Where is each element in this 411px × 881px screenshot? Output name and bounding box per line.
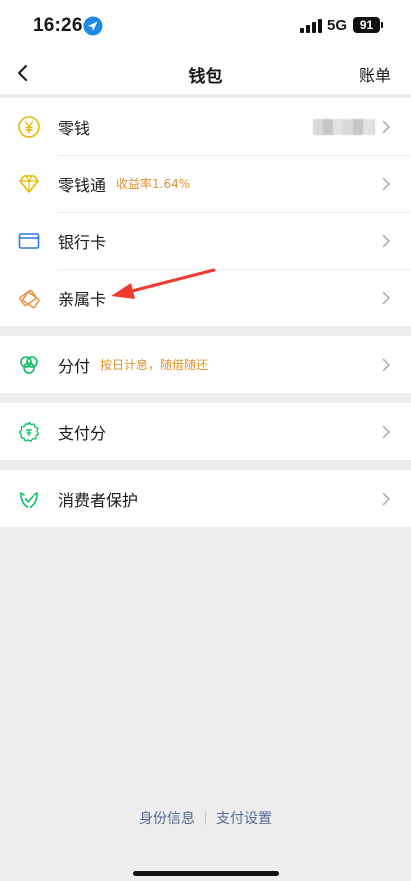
- chevron-right-icon: [382, 491, 391, 506]
- battery-level: 91: [359, 18, 374, 32]
- wallet-item-label: 支付分: [58, 423, 107, 443]
- wallet-item-label: 银行卡: [58, 232, 107, 252]
- wallet-item-label-wrap: 分付 按日计息，随借随还: [58, 353, 208, 377]
- home-indicator: [133, 871, 279, 876]
- consumer-protection-icon: [20, 491, 38, 508]
- chevron-right-icon: [382, 290, 391, 305]
- fenfu-tag: 按日计息，随借随还: [100, 358, 209, 372]
- wallet-group-main: 零钱 零钱通 收益率1.64% 银行卡 亲属卡: [0, 98, 411, 326]
- identity-info-link[interactable]: 身份信息: [139, 808, 195, 828]
- footer-divider: [205, 811, 206, 825]
- status-bar: 16:26 5G 91: [0, 0, 411, 52]
- network-label: 5G: [327, 17, 348, 34]
- nav-bar: 钱包 账单: [0, 52, 411, 94]
- yield-rate-tag: 收益率1.64%: [116, 177, 191, 191]
- wallet-item-label: 零钱: [58, 118, 91, 138]
- chevron-right-icon: [382, 176, 391, 191]
- bill-button[interactable]: 账单: [359, 62, 391, 86]
- wallet-item-label-wrap: 零钱通 收益率1.64%: [58, 172, 190, 196]
- wallet-group-pay-score: 支付分: [0, 403, 411, 460]
- fenfu-icon: [20, 355, 38, 374]
- bank-card-icon: [18, 232, 40, 249]
- wallet-item-pay-score[interactable]: 支付分: [0, 403, 411, 460]
- wallet-group-consumer: 消费者保护: [0, 470, 411, 527]
- battery-icon: 91: [353, 17, 380, 33]
- wallet-item-change[interactable]: 零钱: [0, 98, 411, 155]
- wallet-item-label: 消费者保护: [58, 490, 139, 510]
- wallet-item-label: 零钱通: [58, 175, 107, 195]
- battery-tip: [381, 22, 383, 28]
- payment-settings-link[interactable]: 支付设置: [216, 808, 272, 828]
- chevron-right-icon: [382, 357, 391, 372]
- family-card-icon: [19, 289, 40, 308]
- page-title: 钱包: [188, 67, 223, 87]
- chevron-right-icon: [382, 233, 391, 248]
- balance-masked: [313, 118, 375, 135]
- location-arrow-icon: [83, 16, 103, 36]
- yen-coin-icon: [18, 115, 40, 138]
- wallet-item-bank-card[interactable]: 银行卡: [0, 212, 411, 269]
- wallet-item-family-card[interactable]: 亲属卡: [0, 269, 411, 326]
- chevron-right-icon: [382, 119, 391, 134]
- wallet-item-consumer-protection[interactable]: 消费者保护: [0, 470, 411, 527]
- wallet-item-fenfu[interactable]: 分付 按日计息，随借随还: [0, 336, 411, 393]
- footer-links: 身份信息 支付设置: [0, 808, 411, 828]
- wallet-item-label: 分付: [58, 356, 91, 376]
- pay-score-icon: [18, 421, 40, 442]
- wallet-item-lingqiantong[interactable]: 零钱通 收益率1.64%: [0, 155, 411, 212]
- wallet-group-fenfu: 分付 按日计息，随借随还: [0, 336, 411, 393]
- diamond-icon: [19, 174, 39, 193]
- status-time: 16:26: [33, 15, 83, 36]
- chevron-right-icon: [382, 424, 391, 439]
- signal-icon: [300, 19, 322, 33]
- wallet-item-label: 亲属卡: [58, 289, 107, 309]
